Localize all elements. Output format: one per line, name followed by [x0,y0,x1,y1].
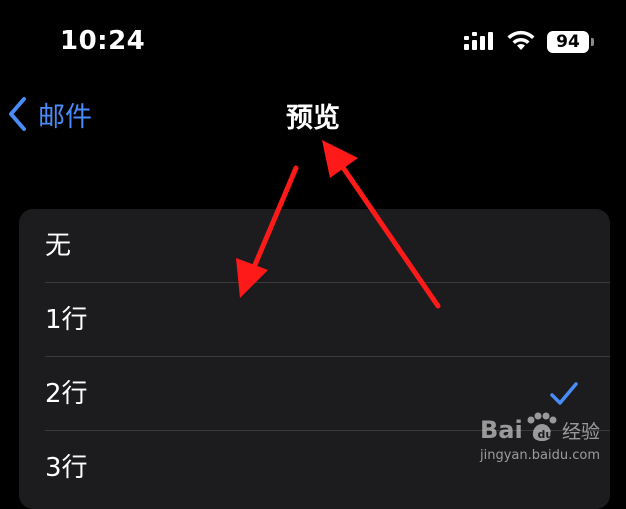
chevron-left-icon [9,97,26,131]
option-1-line[interactable]: 1行 [19,283,610,357]
baidu-logo-icon: Bai du 经验 [480,412,600,444]
battery-cap [591,38,594,46]
option-none[interactable]: 无 [19,209,610,283]
wifi-icon [507,30,535,50]
back-button[interactable]: 邮件 [6,94,92,134]
svg-text:Bai: Bai [480,416,523,444]
status-time: 10:24 [60,26,146,56]
option-label: 2行 [45,379,88,409]
svg-text:du: du [538,428,554,441]
battery-level: 94 [547,31,589,53]
baidu-jingyan-watermark: Bai du 经验 jingyan.baidu.com [480,408,600,468]
option-label: 无 [45,231,72,261]
status-bar: 10:24 94 [0,0,626,84]
cellular-signal-icon [464,32,493,50]
svg-text:经验: 经验 [562,421,600,443]
option-label: 3行 [45,453,88,483]
navigation-bar: 预览 邮件 [0,84,626,144]
back-button-label: 邮件 [38,101,92,133]
checkmark-icon [550,382,578,405]
page-title: 预览 [286,103,340,134]
battery-icon: 94 [547,31,595,55]
watermark-url: jingyan.baidu.com [480,448,600,463]
option-label: 1行 [45,305,88,335]
